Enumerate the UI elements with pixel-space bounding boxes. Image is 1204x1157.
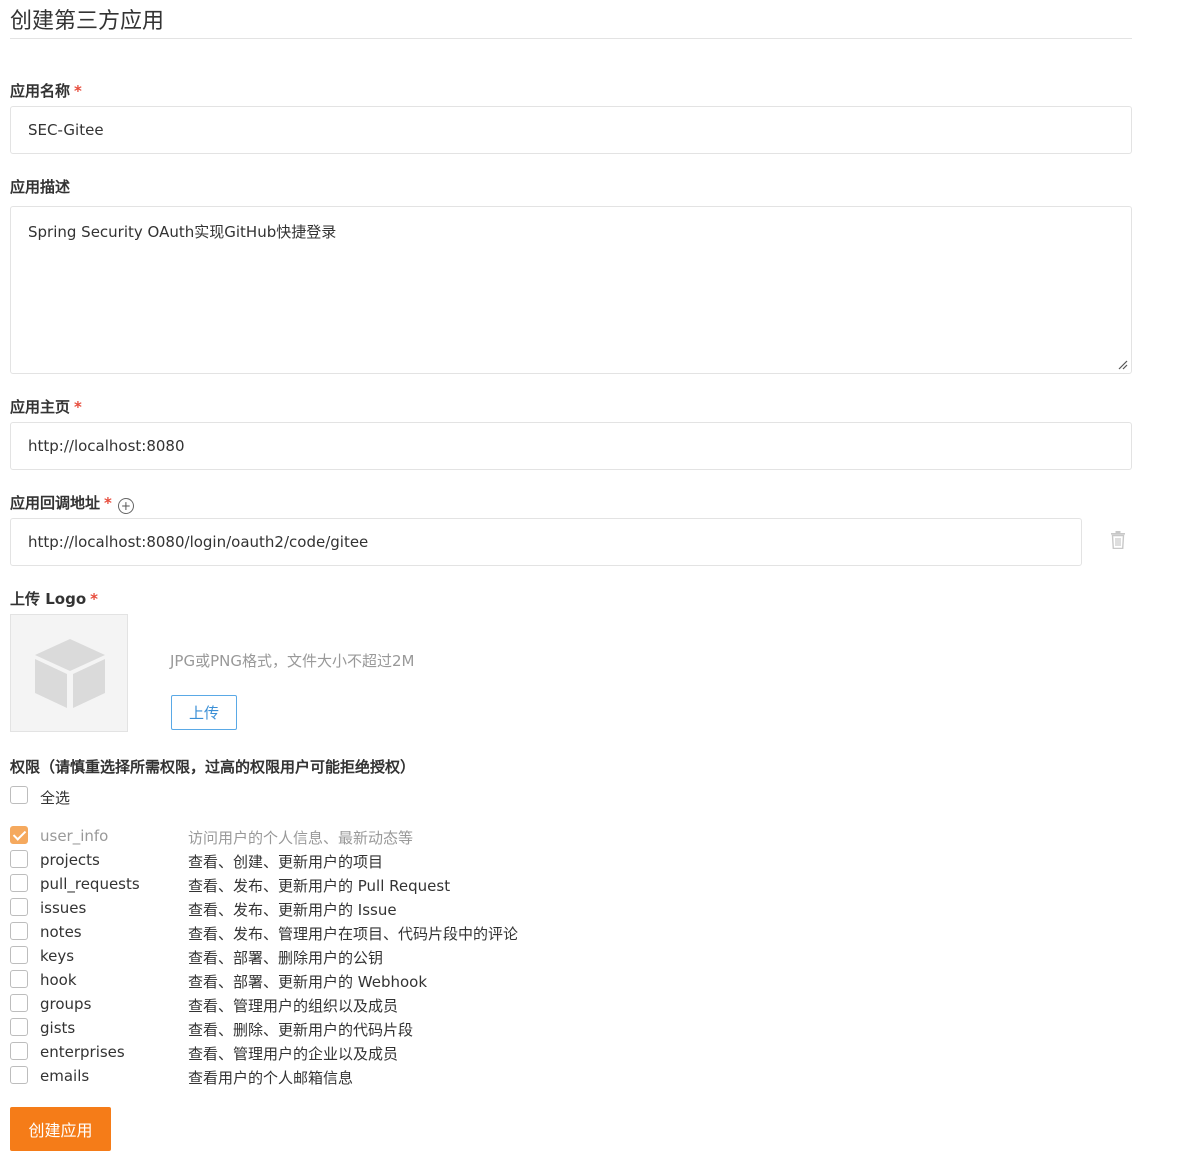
callback-label-text: 应用回调地址	[10, 494, 101, 512]
permission-name[interactable]: issues	[40, 899, 86, 917]
permission-name: user_info	[40, 827, 109, 845]
app-name-label-text: 应用名称	[10, 82, 71, 100]
required-mark: *	[90, 590, 98, 608]
permission-checkbox-keys[interactable]	[10, 946, 28, 964]
permission-checkbox-projects[interactable]	[10, 850, 28, 868]
permission-description: 查看、发布、更新用户的 Issue	[188, 901, 397, 919]
logo-label: 上传 Logo *	[10, 588, 98, 609]
permission-checkbox-emails[interactable]	[10, 1066, 28, 1084]
page-title: 创建第三方应用	[10, 9, 165, 34]
permissions-title: 权限（请慎重选择所需权限，过高的权限用户可能拒绝授权）	[10, 758, 416, 776]
callback-url-input[interactable]: http://localhost:8080/login/oauth2/code/…	[10, 518, 1082, 566]
permission-checkbox-notes[interactable]	[10, 922, 28, 940]
callback-url-value: http://localhost:8080/login/oauth2/code/…	[28, 533, 369, 551]
required-mark: *	[74, 398, 82, 416]
permission-description: 查看、部署、更新用户的 Webhook	[188, 973, 428, 991]
permission-name[interactable]: hook	[40, 971, 77, 989]
app-name-label: 应用名称 *	[10, 80, 82, 101]
permission-name[interactable]: keys	[40, 947, 74, 965]
homepage-label-text: 应用主页	[10, 398, 71, 416]
required-mark: *	[104, 494, 112, 512]
create-app-button[interactable]: 创建应用	[10, 1107, 111, 1151]
plus-circle-icon[interactable]: +	[117, 498, 134, 514]
logo-preview[interactable]	[10, 614, 128, 732]
permission-name[interactable]: enterprises	[40, 1043, 125, 1061]
upload-button[interactable]: 上传	[171, 695, 237, 730]
permission-description: 访问用户的个人信息、最新动态等	[188, 829, 414, 847]
permission-checkbox-groups[interactable]	[10, 994, 28, 1012]
app-name-input[interactable]: SEC-Gitee	[10, 106, 1132, 154]
permission-name[interactable]: notes	[40, 923, 82, 941]
permission-checkbox-enterprises[interactable]	[10, 1042, 28, 1060]
app-desc-label: 应用描述	[10, 176, 70, 197]
homepage-value: http://localhost:8080	[28, 437, 185, 455]
permission-description: 查看、发布、更新用户的 Pull Request	[188, 877, 451, 895]
homepage-label: 应用主页 *	[10, 396, 82, 417]
permission-name[interactable]: groups	[40, 995, 91, 1013]
permission-description: 查看、发布、管理用户在项目、代码片段中的评论	[188, 925, 519, 943]
select-all-label[interactable]: 全选	[40, 787, 70, 808]
permission-description: 查看、管理用户的企业以及成员	[188, 1045, 399, 1063]
trash-icon[interactable]	[1110, 531, 1126, 549]
title-divider	[10, 38, 1132, 39]
permission-checkbox-issues[interactable]	[10, 898, 28, 916]
permission-checkbox-hook[interactable]	[10, 970, 28, 988]
homepage-input[interactable]: http://localhost:8080	[10, 422, 1132, 470]
permission-checkbox-user_info	[10, 826, 28, 844]
permission-name[interactable]: emails	[40, 1067, 89, 1085]
permission-checkbox-gists[interactable]	[10, 1018, 28, 1036]
app-name-value: SEC-Gitee	[28, 121, 104, 139]
app-desc-value: Spring Security OAuth实现GitHub快捷登录	[28, 223, 337, 241]
logo-label-text: 上传 Logo	[10, 590, 87, 608]
permission-description: 查看、创建、更新用户的项目	[188, 853, 384, 871]
app-desc-textarea[interactable]: Spring Security OAuth实现GitHub快捷登录	[10, 206, 1132, 374]
callback-label: 应用回调地址 * +	[10, 492, 134, 514]
permission-description: 查看、删除、更新用户的代码片段	[188, 1021, 414, 1039]
permission-name[interactable]: gists	[40, 1019, 75, 1037]
required-mark: *	[74, 82, 82, 100]
app-desc-label-text: 应用描述	[10, 178, 71, 196]
permission-description: 查看、部署、删除用户的公钥	[188, 949, 384, 967]
cube-icon	[35, 639, 105, 708]
permission-checkbox-pull_requests[interactable]	[10, 874, 28, 892]
permission-name[interactable]: projects	[40, 851, 100, 869]
resize-grip-icon[interactable]	[1118, 360, 1128, 370]
permission-name[interactable]: pull_requests	[40, 875, 140, 893]
permission-description: 查看用户的个人邮箱信息	[188, 1069, 354, 1087]
logo-hint: JPG或PNG格式，文件大小不超过2M	[170, 652, 415, 670]
permission-description: 查看、管理用户的组织以及成员	[188, 997, 399, 1015]
select-all-checkbox[interactable]	[10, 786, 28, 804]
